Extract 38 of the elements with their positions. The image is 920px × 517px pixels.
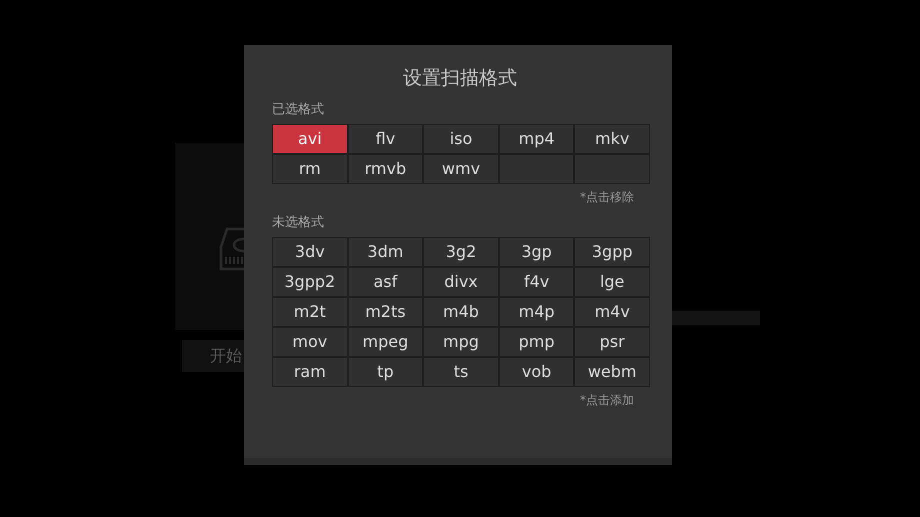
format-cell[interactable]: divx <box>424 268 498 296</box>
format-cell[interactable]: avi <box>273 125 347 153</box>
format-cell[interactable]: m2t <box>273 298 347 326</box>
section-label: 已选格式 <box>272 101 325 119</box>
format-cell[interactable]: m4b <box>424 298 498 326</box>
format-cell[interactable]: mp4 <box>500 125 574 153</box>
format-cell[interactable]: m4p <box>500 298 574 326</box>
format-cell[interactable]: psr <box>575 328 649 356</box>
format-cell[interactable]: f4v <box>500 268 574 296</box>
format-cell[interactable]: pmp <box>500 328 574 356</box>
hint-text: *点击移除 <box>579 189 634 206</box>
format-cell[interactable]: lge <box>575 268 649 296</box>
format-cell[interactable]: wmv <box>424 155 498 183</box>
format-cell[interactable]: 3dv <box>273 238 347 266</box>
format-cell[interactable]: tp <box>348 358 422 386</box>
format-cell[interactable]: asf <box>348 268 422 296</box>
format-cell[interactable]: mkv <box>575 125 649 153</box>
format-cell[interactable]: rmvb <box>348 155 422 183</box>
format-cell[interactable]: 3g2 <box>424 238 498 266</box>
format-cell[interactable]: m2ts <box>348 298 422 326</box>
section-label: 未选格式 <box>272 214 325 232</box>
format-cell[interactable]: 3gpp2 <box>273 268 347 296</box>
format-cell[interactable]: ts <box>424 358 498 386</box>
format-cell[interactable]: 3gpp <box>575 238 649 266</box>
format-cell[interactable]: flv <box>348 125 422 153</box>
format-cell[interactable]: 3gp <box>500 238 574 266</box>
format-cell[interactable]: 3dm <box>348 238 422 266</box>
format-cell[interactable]: vob <box>500 358 574 386</box>
hint-text: *点击添加 <box>579 392 634 409</box>
dialog-title: 设置扫描格式 <box>402 66 518 91</box>
format-cell[interactable]: webm <box>575 358 649 386</box>
format-cell[interactable]: ram <box>273 358 347 386</box>
format-cell[interactable]: m4v <box>575 298 649 326</box>
format-cell[interactable]: mpeg <box>348 328 422 356</box>
format-cell[interactable]: mpg <box>424 328 498 356</box>
format-cell[interactable]: mov <box>273 328 347 356</box>
format-cell[interactable]: rm <box>273 155 347 183</box>
format-cell[interactable]: iso <box>424 125 498 153</box>
